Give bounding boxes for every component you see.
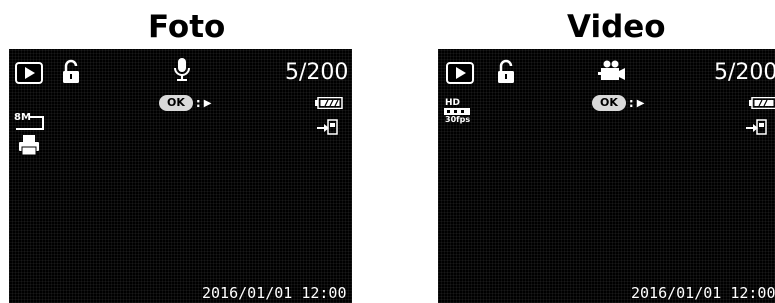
play-arrow-icon: ▶	[203, 97, 212, 109]
battery-full-icon	[749, 97, 775, 109]
playback-icon	[446, 62, 474, 84]
video-screen: 5/200 OK : ▶ HD 30fps 2016/01/01 12:00	[438, 49, 775, 303]
ok-separator: :	[628, 96, 634, 110]
fps-label: 30fps	[445, 115, 471, 124]
print-icon	[19, 135, 39, 156]
datetime-readout: 2016/01/01 12:00	[631, 284, 775, 302]
resolution-8m-icon: 8M	[14, 111, 44, 133]
video-heading: Video	[567, 9, 666, 45]
ok-separator: :	[195, 96, 201, 110]
ok-button-icon: OK	[592, 95, 626, 111]
lock-icon	[498, 59, 514, 83]
film-strip-icon	[444, 108, 470, 115]
hd-30fps-icon: HD 30fps	[444, 98, 474, 124]
battery-full-icon	[315, 97, 343, 109]
usb-connect-icon	[746, 119, 767, 135]
usb-connect-icon	[317, 119, 338, 135]
resolution-base	[16, 128, 44, 130]
video-camera-icon	[598, 60, 625, 80]
playback-icon	[15, 62, 43, 84]
foto-screen: 5/200 OK : ▶ 8M 2016/01/01 12:00	[9, 49, 352, 303]
microphone-icon	[174, 58, 190, 81]
play-arrow-icon: ▶	[636, 97, 645, 109]
shot-counter: 5/200	[285, 60, 349, 85]
datetime-readout: 2016/01/01 12:00	[202, 284, 347, 302]
ok-button-icon: OK	[159, 95, 193, 111]
lock-icon	[63, 59, 79, 83]
ok-play-hint: OK : ▶	[159, 95, 211, 111]
ok-play-hint: OK : ▶	[592, 95, 644, 111]
foto-heading: Foto	[148, 9, 226, 45]
resolution-label: 8M	[14, 112, 31, 123]
shot-counter: 5/200	[714, 60, 775, 85]
hd-label: HD	[445, 98, 461, 108]
